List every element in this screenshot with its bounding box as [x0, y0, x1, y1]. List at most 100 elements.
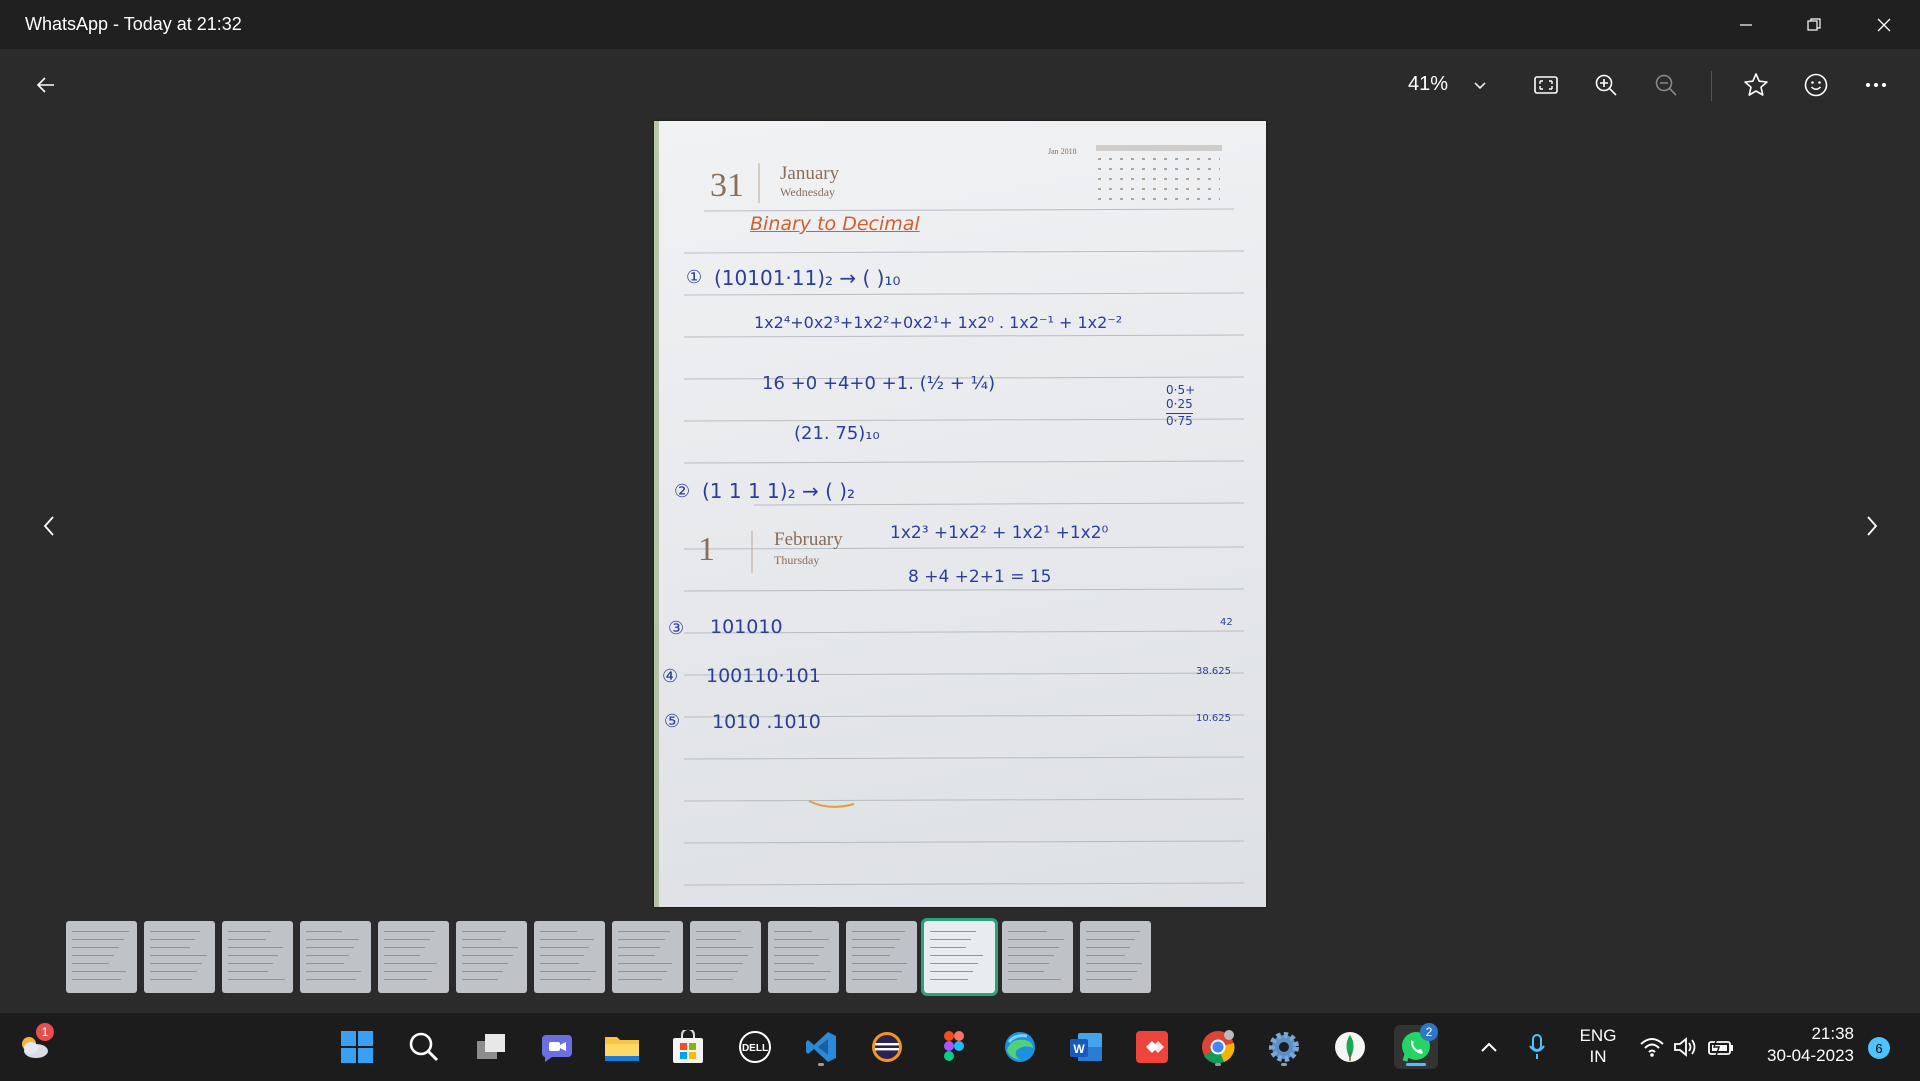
chrome-button[interactable]	[1196, 1025, 1240, 1069]
dell-button[interactable]: DELL	[733, 1025, 777, 1069]
quick-settings-button[interactable]	[1632, 1025, 1742, 1069]
arrow-left-icon	[36, 77, 54, 93]
next-image-button[interactable]	[1852, 506, 1892, 546]
filmstrip-thumbnail[interactable]	[66, 921, 137, 993]
minimize-button[interactable]	[1712, 0, 1780, 49]
filmstrip-thumbnail[interactable]	[846, 921, 917, 993]
fit-to-window-button[interactable]	[1524, 63, 1568, 107]
filmstrip-thumbnail[interactable]	[612, 921, 683, 993]
q2-text: (1 1 1 1)₂ → ( )₂	[702, 479, 856, 503]
thumbnail-line	[696, 979, 733, 980]
teams-chat-button[interactable]	[535, 1025, 579, 1069]
anydesk-button[interactable]	[1130, 1025, 1174, 1069]
weather-widget[interactable]: 1	[12, 1023, 56, 1069]
vscode-button[interactable]	[799, 1025, 843, 1069]
back-button[interactable]	[24, 63, 68, 107]
thumbnail-line	[618, 931, 670, 932]
dell-icon: DELL	[739, 1031, 771, 1063]
close-icon	[1877, 18, 1891, 31]
zoom-dropdown-button[interactable]	[1458, 63, 1502, 107]
thumbnail-line	[228, 979, 285, 980]
anydesk-icon	[1136, 1031, 1168, 1063]
filmstrip-thumbnail[interactable]	[300, 921, 371, 993]
microphone-button[interactable]	[1517, 1025, 1557, 1069]
start-button[interactable]	[335, 1025, 379, 1069]
previous-image-button[interactable]	[29, 506, 69, 546]
thumbnail-line	[540, 979, 591, 980]
settings-button[interactable]	[1262, 1025, 1306, 1069]
thumbnail-line	[72, 939, 124, 940]
edge-button[interactable]	[998, 1025, 1042, 1069]
task-view-button[interactable]	[469, 1025, 513, 1069]
filmstrip-thumbnail[interactable]	[456, 921, 527, 993]
mini-calendar-title: Jan 2018	[1048, 147, 1077, 156]
filmstrip-thumbnail[interactable]	[144, 921, 215, 993]
favorite-button[interactable]	[1734, 63, 1778, 107]
filmstrip-thumbnail[interactable]	[534, 921, 605, 993]
chrome-icon	[1202, 1030, 1235, 1064]
close-button[interactable]	[1850, 0, 1918, 49]
figma-button[interactable]	[932, 1025, 976, 1069]
show-hidden-icons-button[interactable]	[1469, 1025, 1509, 1069]
filmstrip-thumbnail[interactable]	[1002, 921, 1073, 993]
notification-count-badge[interactable]: 6	[1868, 1037, 1890, 1059]
thumbnail-line	[618, 955, 655, 956]
filmstrip-thumbnail[interactable]	[1080, 921, 1151, 993]
thumbnail-line	[1008, 963, 1049, 964]
thumbnail-line	[1086, 955, 1125, 956]
thumbnail-line	[540, 963, 579, 964]
thumbnail-line	[228, 963, 273, 964]
q4-answer: 38.625	[1196, 666, 1231, 677]
thumbnail-line	[774, 931, 812, 932]
zoom-in-button[interactable]	[1584, 63, 1628, 107]
filmstrip-thumbnail[interactable]	[690, 921, 761, 993]
thumbnail-line	[384, 979, 427, 980]
thumbnail-line	[306, 979, 356, 980]
eclipse-button[interactable]	[865, 1025, 909, 1069]
thumbnail-line	[852, 963, 907, 964]
thumbnail-line	[696, 939, 736, 940]
filmstrip-thumbnail[interactable]	[222, 921, 293, 993]
mongodb-compass-button[interactable]	[1328, 1025, 1372, 1069]
thumbnail-line	[150, 947, 190, 948]
thumbnail-line	[852, 931, 905, 932]
search-button[interactable]	[402, 1025, 446, 1069]
react-button[interactable]	[1794, 63, 1838, 107]
filmstrip-thumbnail[interactable]	[768, 921, 839, 993]
thumbnail-line	[72, 971, 126, 972]
q1-step1: 1x2⁴+0x2³+1x2²+0x2¹+ 1x2⁰ . 1x2⁻¹ + 1x2⁻…	[754, 313, 1123, 332]
thumbnail-line	[72, 963, 109, 964]
thumbnail-line	[852, 939, 900, 940]
q5-label: ⑤	[664, 711, 681, 732]
q1-side-a: 0·5+	[1166, 383, 1196, 397]
thumbnail-line	[1008, 955, 1054, 956]
thumbnail-line	[306, 939, 359, 940]
whatsapp-button[interactable]: 2	[1394, 1023, 1438, 1069]
whatsapp-badge: 2	[1420, 1023, 1438, 1041]
microsoft-store-button[interactable]	[666, 1025, 710, 1069]
thumbnail-line	[930, 963, 978, 964]
file-explorer-button[interactable]	[600, 1025, 644, 1069]
more-icon	[1866, 83, 1886, 87]
file-explorer-icon	[605, 1037, 639, 1061]
thumbnail-line	[306, 963, 344, 964]
thumbnail-line	[930, 939, 971, 940]
restore-icon	[1807, 17, 1821, 31]
restore-button[interactable]	[1780, 0, 1848, 49]
more-options-button[interactable]	[1854, 63, 1898, 107]
date-day: 31	[710, 167, 744, 204]
weather-badge: 1	[36, 1023, 54, 1041]
thumbnail-line	[1008, 971, 1044, 972]
zoom-out-button[interactable]	[1644, 63, 1688, 107]
thumbnail-line	[930, 971, 973, 972]
clock[interactable]: 21:38 30-04-2023	[1754, 1023, 1854, 1067]
filmstrip-thumbnail[interactable]	[921, 918, 998, 996]
thumbnail-line	[228, 939, 266, 940]
zoom-level[interactable]: 41%	[1408, 73, 1448, 96]
input-language[interactable]: ENG IN	[1574, 1025, 1622, 1067]
thumbnail-line	[618, 939, 665, 940]
word-button[interactable]: W	[1064, 1025, 1108, 1069]
filmstrip-thumbnail[interactable]	[378, 921, 449, 993]
thumbnail-line	[72, 931, 129, 932]
clock-date: 30-04-2023	[1767, 1046, 1854, 1065]
